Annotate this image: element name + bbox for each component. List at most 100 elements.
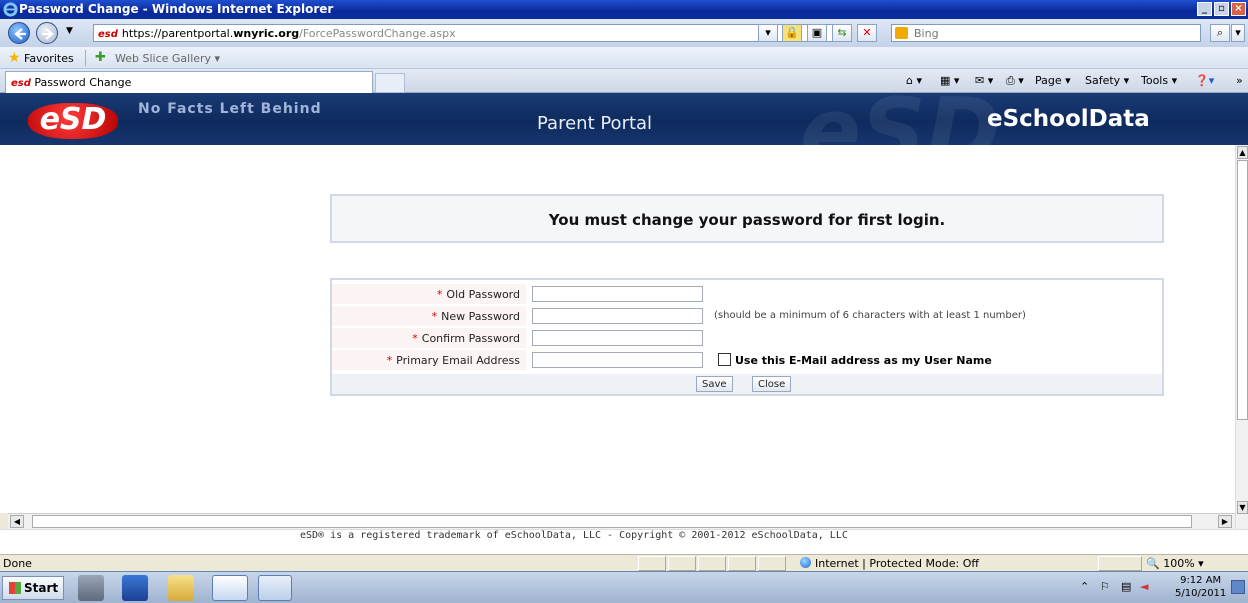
- use-email-as-username-label[interactable]: Use this E-Mail address as my User Name: [735, 354, 992, 367]
- email-input[interactable]: [532, 352, 703, 368]
- page-content: You must change your password for first …: [8, 145, 1235, 513]
- required-mark: *: [386, 354, 393, 367]
- window-title: Password Change - Windows Internet Explo…: [19, 2, 334, 16]
- confirm-password-row: * Confirm Password: [332, 328, 1162, 348]
- vertical-scroll-thumb[interactable]: [1237, 160, 1248, 420]
- copyright-text: eSD® is a registered trademark of eSchoo…: [300, 530, 848, 541]
- password-requirements-hint: (should be a minimum of 6 characters wit…: [714, 310, 1026, 321]
- email-label-text: Primary Email Address: [396, 354, 520, 367]
- search-options-button[interactable]: ▾: [1231, 24, 1245, 42]
- banner-watermark: eSD: [800, 93, 1001, 145]
- favorites-separator: [85, 50, 86, 66]
- scroll-up-arrow-icon[interactable]: ▲: [1237, 146, 1248, 159]
- start-label: Start: [24, 581, 59, 595]
- status-cell: [638, 556, 666, 571]
- taskbar: Start ⌃ ⚐ ▤ ◄ 9:12 AM 5/10/2011: [0, 571, 1248, 603]
- lock-icon[interactable]: 🔒: [782, 24, 802, 42]
- forward-button[interactable]: [36, 22, 58, 44]
- start-button[interactable]: Start: [2, 576, 64, 600]
- clock[interactable]: 9:12 AM 5/10/2011: [1175, 574, 1226, 600]
- security-zone[interactable]: Internet | Protected Mode: Off: [800, 557, 979, 570]
- internet-explorer-taskbar-icon[interactable]: [212, 575, 248, 601]
- clock-time: 9:12 AM: [1180, 575, 1222, 586]
- add-to-favorites-icon[interactable]: ✚: [95, 50, 106, 65]
- old-password-input[interactable]: [532, 286, 703, 302]
- save-button[interactable]: Save: [696, 376, 733, 392]
- page-menu[interactable]: Page ▾: [1035, 74, 1071, 87]
- recent-pages-dropdown-icon[interactable]: ▼: [66, 26, 73, 36]
- tab-bar: esd Password Change ⌂ ▾ ▦ ▾ ✉ ▾ ⎙ ▾ Page…: [0, 69, 1248, 93]
- maximize-button[interactable]: ▫: [1214, 2, 1229, 16]
- word-icon[interactable]: [258, 575, 292, 601]
- zoom-level[interactable]: 🔍 100% ▾: [1146, 557, 1204, 570]
- web-slice-gallery-link[interactable]: Web Slice Gallery ▾: [115, 52, 220, 65]
- password-change-notice: You must change your password for first …: [330, 194, 1164, 243]
- volume-icon[interactable]: ◄: [1140, 580, 1148, 593]
- help-icon[interactable]: ❓▾: [1195, 74, 1214, 87]
- internet-globe-icon: [800, 557, 811, 568]
- new-password-label-text: New Password: [441, 310, 520, 323]
- home-icon[interactable]: ⌂ ▾: [906, 74, 922, 87]
- required-mark: *: [412, 332, 418, 345]
- refresh-icon[interactable]: ⇆: [832, 24, 852, 42]
- safety-menu[interactable]: Safety ▾: [1085, 74, 1129, 87]
- status-text: Done: [3, 557, 32, 570]
- scroll-left-arrow-icon[interactable]: ◀: [10, 515, 24, 528]
- favorites-button[interactable]: Favorites: [24, 52, 74, 65]
- close-window-button[interactable]: ×: [1231, 2, 1246, 16]
- vertical-scrollbar[interactable]: ▲ ▼: [1235, 145, 1248, 529]
- horizontal-scrollbar[interactable]: ◀ ▶: [8, 513, 1235, 529]
- back-arrow-icon: [14, 28, 26, 40]
- horizontal-scroll-thumb[interactable]: [32, 515, 1192, 528]
- confirm-password-input[interactable]: [532, 330, 703, 346]
- tab-favicon: esd: [11, 78, 31, 89]
- new-password-row: * New Password (should be a minimum of 6 …: [332, 306, 1162, 326]
- show-hidden-icons-icon[interactable]: ⌃: [1080, 580, 1089, 593]
- required-mark: *: [436, 288, 443, 301]
- address-input[interactable]: esd https://parentportal.wnyric.org/Force…: [93, 24, 838, 42]
- new-password-label: * New Password: [332, 306, 526, 326]
- stop-icon[interactable]: ✕: [857, 24, 877, 42]
- back-button[interactable]: [8, 22, 30, 44]
- notice-text: You must change your password for first …: [548, 211, 946, 229]
- banner-tagline: No Facts Left Behind: [138, 101, 322, 117]
- tools-menu[interactable]: Tools ▾: [1141, 74, 1177, 87]
- bing-icon: [895, 27, 908, 39]
- network-icon[interactable]: ▤: [1121, 580, 1131, 593]
- status-cell: [1098, 556, 1142, 571]
- old-password-row: * Old Password: [332, 284, 1162, 304]
- print-icon[interactable]: ⎙ ▾: [1006, 74, 1024, 88]
- search-icon[interactable]: ⌕: [1210, 24, 1230, 42]
- powershell-icon[interactable]: [122, 575, 148, 601]
- minimize-button[interactable]: _: [1197, 2, 1212, 16]
- zoom-value: 100%: [1163, 557, 1195, 570]
- tab-password-change[interactable]: esd Password Change: [5, 71, 373, 93]
- window-title-bar[interactable]: Password Change - Windows Internet Explo…: [0, 0, 1248, 19]
- overflow-chevron-icon[interactable]: »: [1236, 74, 1243, 87]
- close-button[interactable]: Close: [752, 376, 792, 392]
- new-password-input[interactable]: [532, 308, 703, 324]
- scroll-down-arrow-icon[interactable]: ▼: [1237, 501, 1248, 514]
- url-path: /ForcePasswordChange.aspx: [299, 27, 456, 40]
- search-input[interactable]: Bing: [891, 24, 1201, 42]
- page-footer: eSD® is a registered trademark of eSchoo…: [0, 529, 1248, 554]
- esd-logo: eSD: [28, 103, 118, 139]
- site-favicon: esd: [98, 29, 118, 40]
- new-tab-button[interactable]: [375, 73, 405, 93]
- show-desktop-button[interactable]: [1231, 580, 1245, 594]
- form-button-row: Save Close: [332, 374, 1162, 394]
- scroll-right-arrow-icon[interactable]: ▶: [1218, 515, 1232, 528]
- address-dropdown-button[interactable]: ▾: [758, 24, 778, 42]
- explorer-folder-icon[interactable]: [168, 575, 194, 601]
- favorites-star-icon[interactable]: ★: [8, 50, 21, 66]
- status-bar: Done Internet | Protected Mode: Off 🔍 10…: [0, 554, 1248, 571]
- mail-icon[interactable]: ✉ ▾: [975, 74, 993, 87]
- server-manager-icon[interactable]: [78, 575, 104, 601]
- forward-arrow-icon: [42, 28, 54, 40]
- use-email-as-username-checkbox[interactable]: [718, 353, 731, 366]
- clock-date: 5/10/2011: [1175, 588, 1227, 599]
- feeds-icon[interactable]: ▦ ▾: [940, 74, 959, 87]
- action-center-flag-icon[interactable]: ⚐: [1100, 580, 1110, 593]
- compatibility-view-icon[interactable]: ▣: [807, 24, 827, 42]
- email-label: * Primary Email Address: [332, 350, 526, 370]
